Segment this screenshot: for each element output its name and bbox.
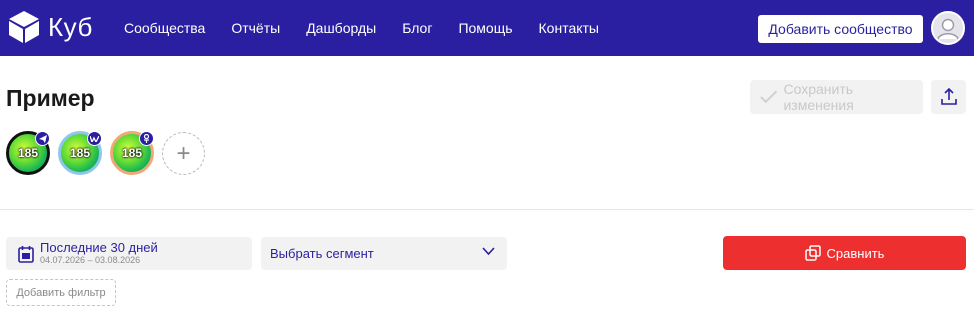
- save-changes-button[interactable]: Сохранить изменения: [750, 80, 923, 114]
- date-range-label: Последние 30 дней: [40, 240, 158, 256]
- top-navigation-bar: Куб Сообщества Отчёты Дашборды Блог Помо…: [0, 0, 974, 56]
- user-icon: [933, 13, 963, 43]
- save-changes-label: Сохранить изменения: [783, 81, 854, 113]
- community-avatar-number: 185: [121, 146, 143, 160]
- logo[interactable]: Куб: [8, 10, 93, 44]
- segment-select[interactable]: Выбрать сегмент: [261, 237, 507, 270]
- nav-item-dashboards[interactable]: Дашборды: [306, 20, 376, 36]
- nav-item-contacts[interactable]: Контакты: [539, 20, 599, 36]
- community-avatar-ok[interactable]: 185: [110, 131, 154, 175]
- section-divider: [0, 209, 974, 210]
- check-icon: [760, 90, 778, 104]
- nav-item-reports[interactable]: Отчёты: [231, 20, 280, 36]
- user-avatar[interactable]: [931, 11, 965, 45]
- segment-select-placeholder: Выбрать сегмент: [270, 246, 374, 261]
- community-avatar-telegram[interactable]: 185: [6, 131, 50, 175]
- add-community-button[interactable]: Добавить сообщество: [758, 15, 923, 43]
- cube-icon: [9, 11, 39, 43]
- date-range-dates: 04.07.2026 – 03.08.2026: [40, 255, 141, 266]
- chevron-down-icon: [482, 247, 495, 256]
- community-avatar-number: 185: [17, 146, 39, 160]
- date-range-picker[interactable]: Последние 30 дней 04.07.2026 – 03.08.202…: [6, 237, 252, 270]
- vk-icon: [87, 131, 102, 146]
- date-range-text: Последние 30 дней 04.07.2026 – 03.08.202…: [40, 241, 158, 265]
- add-source-button[interactable]: +: [162, 132, 205, 175]
- calendar-icon: [18, 245, 34, 263]
- ok-icon: [139, 131, 154, 146]
- compare-button[interactable]: Сравнить: [723, 236, 966, 270]
- community-avatar-vk[interactable]: 185: [58, 131, 102, 175]
- add-filter-button[interactable]: Добавить фильтр: [6, 279, 116, 306]
- upload-icon: [940, 88, 957, 105]
- brand-name: Куб: [48, 11, 93, 42]
- community-sources: 185 185 185 +: [6, 131, 205, 175]
- main-nav: Сообщества Отчёты Дашборды Блог Помощь К…: [124, 0, 625, 56]
- community-avatar-number: 185: [69, 146, 91, 160]
- telegram-icon: [35, 131, 50, 146]
- nav-item-blog[interactable]: Блог: [402, 20, 432, 36]
- export-button[interactable]: [931, 80, 966, 114]
- nav-item-communities[interactable]: Сообщества: [124, 20, 205, 36]
- compare-icon: [804, 245, 821, 261]
- page-title: Пример: [6, 85, 95, 111]
- compare-button-label: Сравнить: [826, 245, 885, 261]
- nav-item-help[interactable]: Помощь: [458, 20, 512, 36]
